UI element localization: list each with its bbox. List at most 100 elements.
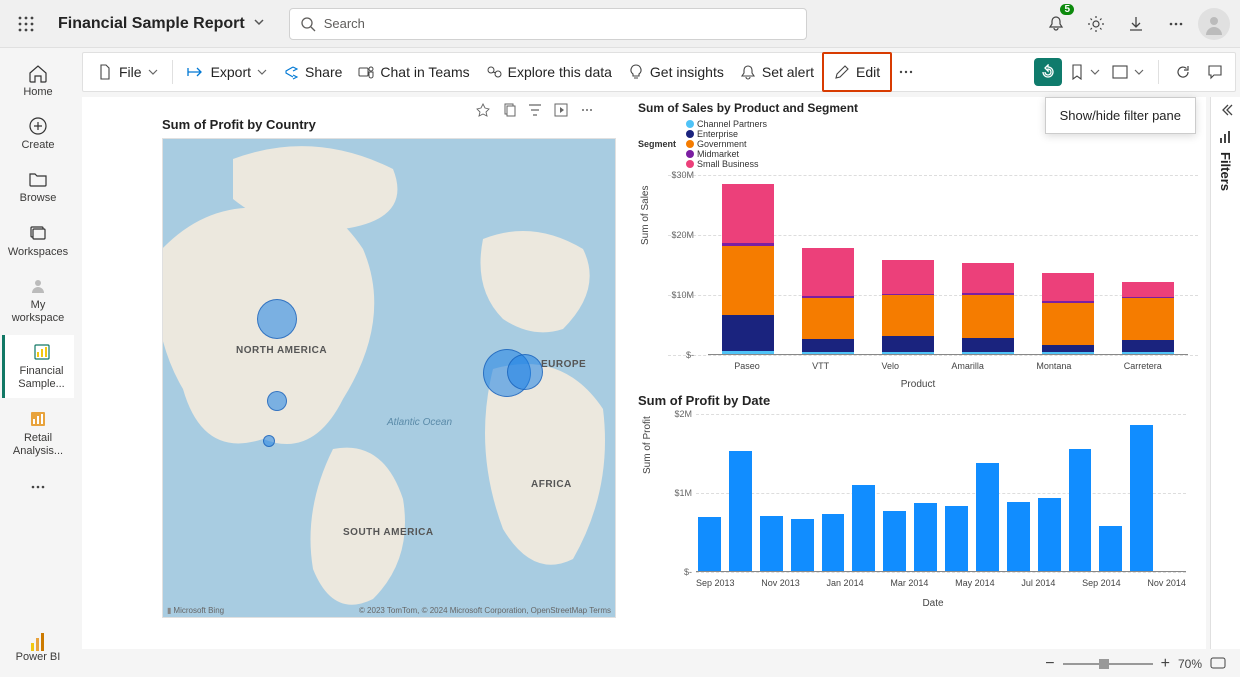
fit-page-button[interactable] xyxy=(1210,657,1226,672)
legend-title: Segment xyxy=(638,139,676,149)
zoom-out-button[interactable]: − xyxy=(1045,655,1054,673)
refresh-button[interactable] xyxy=(1169,54,1197,90)
share-button[interactable]: Share xyxy=(275,56,350,88)
reset-button[interactable] xyxy=(1034,58,1062,86)
chevron-down-icon xyxy=(253,15,265,33)
column-bar[interactable] xyxy=(822,514,845,571)
bell-icon xyxy=(740,64,756,80)
map-svg xyxy=(163,139,616,618)
edit-button[interactable]: Edit xyxy=(826,56,888,88)
comment-icon xyxy=(1207,64,1223,80)
nav-financial-sample[interactable]: Financial Sample... xyxy=(2,335,74,397)
column-bar[interactable] xyxy=(914,503,937,571)
nav-browse[interactable]: Browse xyxy=(8,162,68,211)
column-bar[interactable] xyxy=(945,506,968,571)
map-bubble-canada[interactable] xyxy=(257,299,297,339)
x-tick: Jan 2014 xyxy=(827,578,864,588)
x-tick: Jul 2014 xyxy=(1021,578,1055,588)
bar-column[interactable] xyxy=(1122,282,1174,354)
map-visual[interactable]: Sum of Profit by Country NORTH AMERICA S… xyxy=(162,117,616,622)
export-menu[interactable]: Export xyxy=(179,56,275,88)
map-bubble-usa[interactable] xyxy=(267,391,287,411)
bar-column[interactable] xyxy=(1042,273,1094,354)
nav-create[interactable]: Create xyxy=(8,109,68,158)
gear-icon xyxy=(1087,15,1105,33)
left-nav: Home Create Browse Workspaces My workspa… xyxy=(0,48,76,677)
bar-column[interactable] xyxy=(802,248,854,354)
column-bar[interactable] xyxy=(729,451,752,571)
report-title-dropdown[interactable]: Financial Sample Report xyxy=(50,11,273,37)
action-more-button[interactable] xyxy=(892,54,920,90)
column-bar[interactable] xyxy=(698,517,721,571)
file-menu[interactable]: File xyxy=(89,56,166,88)
more-horizontal-icon xyxy=(29,478,47,496)
column-bar[interactable] xyxy=(1099,526,1122,571)
y-tick: $30M xyxy=(671,170,694,180)
nav-home[interactable]: Home xyxy=(8,56,68,105)
zoom-in-button[interactable]: + xyxy=(1161,655,1170,673)
zoom-slider[interactable] xyxy=(1063,663,1153,665)
powerbi-icon xyxy=(31,633,45,651)
download-button[interactable] xyxy=(1118,6,1154,42)
nav-workspaces[interactable]: Workspaces xyxy=(8,216,68,265)
map-attrib-left: ▮Microsoft Bing xyxy=(167,606,224,615)
legend-item[interactable]: Small Business xyxy=(686,159,767,169)
map-box[interactable]: NORTH AMERICA SOUTH AMERICA EUROPE AFRIC… xyxy=(162,138,616,618)
nav-more[interactable] xyxy=(8,472,68,504)
column-bar[interactable] xyxy=(976,463,999,571)
lightbulb-icon xyxy=(628,64,644,80)
bookmark-icon xyxy=(1070,64,1084,80)
search-placeholder: Search xyxy=(324,16,365,31)
settings-button[interactable] xyxy=(1078,6,1114,42)
legend-item[interactable]: Channel Partners xyxy=(686,119,767,129)
column-bar[interactable] xyxy=(1130,425,1153,571)
chevron-down-icon xyxy=(257,67,267,77)
nav-label: Power BI xyxy=(16,651,61,663)
nav-label: Home xyxy=(23,86,52,99)
bell-icon xyxy=(1047,15,1065,33)
profit-by-date-chart[interactable]: Sum of Profit by Date Sum of Profit $-$1… xyxy=(638,393,1198,643)
continent-label: NORTH AMERICA xyxy=(236,345,327,356)
chart-title: Sum of Profit by Date xyxy=(638,393,1198,408)
set-alert-button[interactable]: Set alert xyxy=(732,56,822,88)
chevron-down-icon xyxy=(148,67,158,77)
column-bar[interactable] xyxy=(1069,449,1092,571)
bar-column[interactable] xyxy=(962,263,1014,354)
chat-teams-button[interactable]: Chat in Teams xyxy=(350,56,477,88)
user-avatar[interactable] xyxy=(1198,8,1230,40)
app-launcher-icon[interactable] xyxy=(10,8,42,40)
comment-button[interactable] xyxy=(1201,54,1229,90)
column-bar[interactable] xyxy=(883,511,906,571)
powerbi-home[interactable]: Power BI xyxy=(16,633,61,663)
expand-filters-icon[interactable] xyxy=(1219,103,1233,120)
column-bar[interactable] xyxy=(760,516,783,571)
nav-label: Retail Analysis... xyxy=(8,432,68,458)
legend-item[interactable]: Midmarket xyxy=(686,149,767,159)
report-icon xyxy=(31,341,53,363)
legend-item[interactable]: Enterprise xyxy=(686,129,767,139)
column-bar[interactable] xyxy=(852,485,875,571)
continent-label: EUROPE xyxy=(541,359,586,370)
search-input[interactable]: Search xyxy=(289,8,807,40)
map-bubble-mexico[interactable] xyxy=(263,435,275,447)
bar-column[interactable] xyxy=(722,184,774,354)
teams-icon xyxy=(358,64,374,80)
nav-retail-analysis[interactable]: Retail Analysis... xyxy=(8,402,68,464)
notifications-button[interactable]: 5 xyxy=(1038,6,1074,42)
explore-data-button[interactable]: Explore this data xyxy=(478,56,620,88)
column-bar[interactable] xyxy=(1007,502,1030,571)
sales-by-product-chart[interactable]: Sum of Sales by Product and Segment Segm… xyxy=(638,101,1198,373)
column-bar[interactable] xyxy=(1038,498,1061,571)
more-button[interactable] xyxy=(1158,6,1194,42)
get-insights-button[interactable]: Get insights xyxy=(620,56,732,88)
view-menu[interactable] xyxy=(1108,56,1148,88)
map-bubble-germany[interactable] xyxy=(507,354,543,390)
edit-highlight: Edit xyxy=(822,52,892,92)
filters-pane-collapsed[interactable]: Filters xyxy=(1210,97,1240,649)
nav-my-workspace[interactable]: My workspace xyxy=(8,269,68,331)
column-bar[interactable] xyxy=(791,519,814,571)
bookmark-menu[interactable] xyxy=(1066,56,1104,88)
bar-column[interactable] xyxy=(882,260,934,354)
legend-item[interactable]: Government xyxy=(686,139,767,149)
download-icon xyxy=(1127,15,1145,33)
